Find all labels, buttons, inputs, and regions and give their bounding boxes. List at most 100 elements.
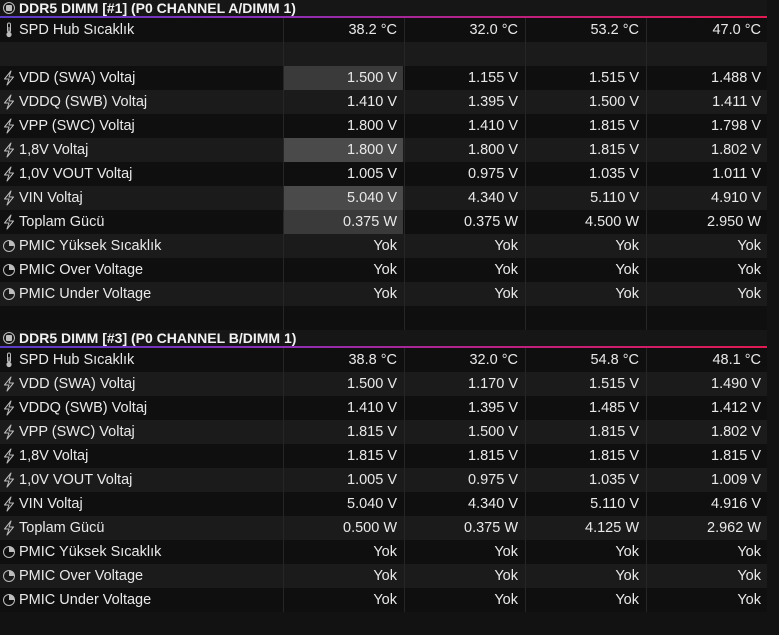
value-minimum: 1.395 V xyxy=(468,400,518,416)
value-average: 1.798 V xyxy=(711,118,761,134)
value-maximum: 1.815 V xyxy=(589,424,639,440)
value-average: 1.411 V xyxy=(712,94,761,110)
value-maximum: 4.500 W xyxy=(585,214,639,230)
lightning-icon-glyph xyxy=(4,424,14,440)
sensor-row-toplam-gucu[interactable]: Toplam Gücü 0.500 W 0.375 W 4.125 W 2.962 W xyxy=(0,516,779,540)
value-maximum: 1.815 V xyxy=(589,118,639,134)
value-maximum: Yok xyxy=(615,262,639,278)
sensor-row-pmic-under-voltage[interactable]: PMIC Under Voltage Yok Yok Yok Yok xyxy=(0,282,779,306)
clock-icon xyxy=(2,286,16,302)
sensor-row-vdd-swa-voltaj[interactable]: VDD (SWA) Voltaj 1.500 V 1.155 V 1.515 V 1.4… xyxy=(0,66,779,90)
sensor-row-1-0v-vout-voltaj[interactable]: 1,0V VOUT Voltaj 1.005 V 0.975 V 1.035 V 1.0… xyxy=(0,468,779,492)
value-minimum: 1.815 V xyxy=(468,448,518,464)
scrollbar-track[interactable] xyxy=(767,0,779,635)
value-maximum: 4.125 W xyxy=(585,520,639,536)
clock-icon-glyph xyxy=(3,288,15,300)
column-separator xyxy=(646,42,647,66)
value-maximum: Yok xyxy=(615,238,639,254)
value-current: 1.815 V xyxy=(347,448,397,464)
sensor-label: PMIC Over Voltage xyxy=(19,568,144,584)
value-minimum: 1.410 V xyxy=(468,118,518,134)
column-separator xyxy=(646,306,647,330)
lightning-icon xyxy=(2,190,16,206)
value-current: Yok xyxy=(373,238,397,254)
sensor-row-pmic-yuksek-sicaklik[interactable]: PMIC Yüksek Sıcaklık Yok Yok Yok Yok xyxy=(0,540,779,564)
sensor-row-toplam-gucu[interactable]: Toplam Gücü 0.375 W 0.375 W 4.500 W 2.950 W xyxy=(0,210,779,234)
value-average: Yok xyxy=(737,262,761,278)
sensor-row-vddq-swb-voltaj[interactable]: VDDQ (SWB) Voltaj 1.410 V 1.395 V 1.500 V 1.… xyxy=(0,90,779,114)
sensor-row-pmic-under-voltage[interactable]: PMIC Under Voltage Yok Yok Yok Yok xyxy=(0,588,779,612)
value-average: 4.910 V xyxy=(711,190,761,206)
value-maximum: Yok xyxy=(615,544,639,560)
sensor-row-vin-voltaj[interactable]: VIN Voltaj 5.040 V 4.340 V 5.110 V 4.916 V xyxy=(0,492,779,516)
column-separator xyxy=(525,42,526,66)
lightning-icon xyxy=(2,94,16,110)
value-current: 5.040 V xyxy=(284,186,403,210)
sensor-row-pmic-over-voltage[interactable]: PMIC Over Voltage Yok Yok Yok Yok xyxy=(0,258,779,282)
value-current: 1.005 V xyxy=(347,166,397,182)
value-average: Yok xyxy=(737,286,761,302)
lightning-icon xyxy=(2,70,16,86)
dimm1-section: DDR5 DIMM [#1] (P0 CHANNEL A/DIMM 1) SPD… xyxy=(0,0,779,330)
value-average: 2.962 W xyxy=(707,520,761,536)
value-maximum: 1.035 V xyxy=(589,472,639,488)
sensor-label: Toplam Gücü xyxy=(19,520,105,536)
lightning-icon-glyph xyxy=(4,94,14,110)
sensor-label: Toplam Gücü xyxy=(19,214,105,230)
value-maximum: Yok xyxy=(615,592,639,608)
sensor-label: 1,0V VOUT Voltaj xyxy=(19,166,133,182)
sensor-label: PMIC Yüksek Sıcaklık xyxy=(19,238,162,254)
spacer-row xyxy=(0,306,779,330)
memory-chip-icon xyxy=(3,2,15,14)
value-minimum: 0.375 W xyxy=(464,214,518,230)
value-current: Yok xyxy=(373,544,397,560)
lightning-icon xyxy=(2,400,16,416)
section-header[interactable]: DDR5 DIMM [#3] (P0 CHANNEL B/DIMM 1) xyxy=(0,330,779,348)
sensor-row-vpp-swc-voltaj[interactable]: VPP (SWC) Voltaj 1.800 V 1.410 V 1.815 V 1.7… xyxy=(0,114,779,138)
sensor-row-1-0v-vout-voltaj[interactable]: 1,0V VOUT Voltaj 1.005 V 0.975 V 1.035 V 1.0… xyxy=(0,162,779,186)
value-average: 1.490 V xyxy=(711,376,761,392)
sensor-row-1-8v-voltaj[interactable]: 1,8V Voltaj 1.800 V 1.800 V 1.815 V 1.802 V xyxy=(0,138,779,162)
value-maximum: 1.485 V xyxy=(589,400,639,416)
sensor-row-vdd-swa-voltaj[interactable]: VDD (SWA) Voltaj 1.500 V 1.170 V 1.515 V 1.4… xyxy=(0,372,779,396)
value-current: 0.375 W xyxy=(284,210,403,234)
value-minimum: Yok xyxy=(494,262,518,278)
sensor-row-vddq-swb-voltaj[interactable]: VDDQ (SWB) Voltaj 1.410 V 1.395 V 1.485 V 1.… xyxy=(0,396,779,420)
sensor-label: VDDQ (SWB) Voltaj xyxy=(19,94,148,110)
sensor-row-spd-hub-sicaklik[interactable]: SPD Hub Sıcaklık 38.2 °C 32.0 °C 53.2 °C 47.… xyxy=(0,18,779,42)
value-average: Yok xyxy=(737,592,761,608)
value-maximum: 1.500 V xyxy=(589,94,639,110)
sensor-row-vin-voltaj[interactable]: VIN Voltaj 5.040 V 4.340 V 5.110 V 4.910 V xyxy=(0,186,779,210)
value-current: 1.815 V xyxy=(347,424,397,440)
value-maximum: 1.035 V xyxy=(589,166,639,182)
section-header[interactable]: DDR5 DIMM [#1] (P0 CHANNEL A/DIMM 1) xyxy=(0,0,779,18)
lightning-icon-glyph xyxy=(4,520,14,536)
lightning-icon xyxy=(2,118,16,134)
sensor-row-pmic-yuksek-sicaklik[interactable]: PMIC Yüksek Sıcaklık Yok Yok Yok Yok xyxy=(0,234,779,258)
value-current: 1.500 V xyxy=(284,66,403,90)
sensor-row-1-8v-voltaj[interactable]: 1,8V Voltaj 1.815 V 1.815 V 1.815 V 1.815 V xyxy=(0,444,779,468)
memory-chip-icon xyxy=(3,332,15,344)
sensor-row-spd-hub-sicaklik[interactable]: SPD Hub Sıcaklık 38.8 °C 32.0 °C 54.8 °C 48.… xyxy=(0,348,779,372)
lightning-icon xyxy=(2,166,16,182)
value-current: 5.040 V xyxy=(347,496,397,512)
sensor-label: VDD (SWA) Voltaj xyxy=(19,70,136,86)
value-maximum: 54.8 °C xyxy=(590,352,639,368)
value-average: 1.412 V xyxy=(711,400,761,416)
value-minimum: 0.375 W xyxy=(464,520,518,536)
dimm3-section: DDR5 DIMM [#3] (P0 CHANNEL B/DIMM 1) SPD… xyxy=(0,330,779,612)
sensor-row-vpp-swc-voltaj[interactable]: VPP (SWC) Voltaj 1.815 V 1.500 V 1.815 V 1.8… xyxy=(0,420,779,444)
lightning-icon xyxy=(2,142,16,158)
sensor-label: 1,8V Voltaj xyxy=(19,142,89,158)
value-maximum: 1.815 V xyxy=(589,448,639,464)
value-minimum: Yok xyxy=(494,286,518,302)
sensor-label: SPD Hub Sıcaklık xyxy=(19,352,135,368)
value-minimum: 4.340 V xyxy=(468,496,518,512)
sensor-row-pmic-over-voltage[interactable]: PMIC Over Voltage Yok Yok Yok Yok xyxy=(0,564,779,588)
value-maximum: 53.2 °C xyxy=(590,22,639,38)
value-current: 38.2 °C xyxy=(348,22,397,38)
value-maximum: 1.515 V xyxy=(589,376,639,392)
value-current: Yok xyxy=(373,262,397,278)
sensor-label: VPP (SWC) Voltaj xyxy=(19,118,135,134)
lightning-icon xyxy=(2,214,16,230)
